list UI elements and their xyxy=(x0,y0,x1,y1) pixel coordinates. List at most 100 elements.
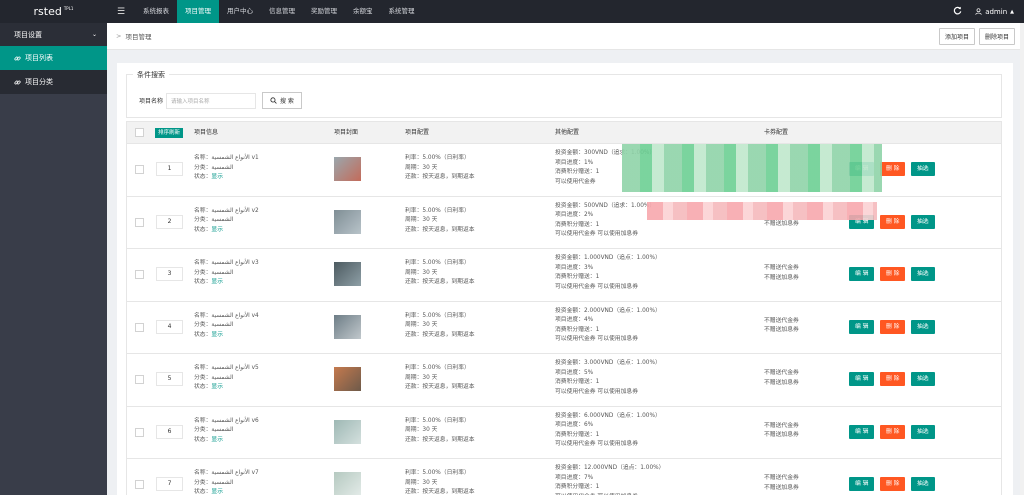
status-value: 显示 xyxy=(211,436,224,443)
sort-order-input[interactable]: 2 xyxy=(156,214,183,229)
project-cover-image[interactable] xyxy=(334,209,361,234)
logo[interactable]: rsted TPL1 xyxy=(0,0,107,23)
row-checkbox[interactable] xyxy=(135,165,144,174)
status-label: 状态： xyxy=(194,436,212,443)
project-info: 名称：الأنواع الشمسية v6 分类：الشمسية 状态：显示 xyxy=(194,417,259,446)
edit-button[interactable]: 编 辑 xyxy=(849,267,875,281)
project-info: 名称：الأنواع الشمسية v2 分类：الشمسية 状态：显示 xyxy=(194,207,259,236)
nav-item[interactable]: 余额宝 xyxy=(345,0,381,23)
other-config-line: 可以使用代金券 可以使用加息券 xyxy=(555,283,638,290)
refresh-icon[interactable] xyxy=(945,6,969,18)
project-cover-image[interactable] xyxy=(334,262,361,286)
row-checkbox[interactable] xyxy=(135,217,144,227)
sort-order-input[interactable]: 6 xyxy=(156,424,183,439)
sidebar-item-label: 项目列表 xyxy=(25,54,53,62)
sidebar-item[interactable]: 项目列表 xyxy=(0,46,107,70)
search-button-label: 搜 索 xyxy=(280,98,294,105)
sort-order-input[interactable]: 3 xyxy=(156,267,183,281)
delete-button[interactable]: 删 除 xyxy=(880,372,906,386)
repay-text: 还款：按天返息，到期返本 xyxy=(405,489,475,495)
coupon-draw-button[interactable]: 抽选 xyxy=(911,424,935,439)
row-checkbox[interactable] xyxy=(135,375,144,384)
nav-item[interactable]: 系统报表 xyxy=(135,0,177,23)
project-cover-image[interactable] xyxy=(334,157,361,181)
rate-text: 利率：5.00%（日利率） xyxy=(405,312,470,319)
row-checkbox[interactable] xyxy=(135,322,144,332)
coupon-draw-button[interactable]: 抽选 xyxy=(911,477,935,491)
header-project-info: 项目信息 xyxy=(194,129,219,136)
select-all-checkbox[interactable] xyxy=(135,128,144,137)
coupon-draw-button[interactable]: 抽选 xyxy=(911,372,935,386)
project-cover-image[interactable] xyxy=(334,314,361,339)
table-header: 排序刷新 项目信息 项目封面 项目配置 其他配置 卡券配置 xyxy=(127,122,1001,143)
period-text: 周期：30 天 xyxy=(405,374,438,381)
project-cover-image[interactable] xyxy=(334,472,361,495)
coupon-draw-button[interactable]: 抽选 xyxy=(911,214,935,229)
other-config-line: 消费积分赠送：1 xyxy=(555,379,600,385)
project-config: 利率：5.00%（日利率） 周期：30 天还款：按天返息，到期返本 xyxy=(405,154,475,183)
rate-text: 利率：5.00%（日利率） xyxy=(405,260,470,266)
search-button[interactable]: 搜 索 xyxy=(262,92,302,109)
category-label: 分类： xyxy=(194,479,212,486)
sort-order-input[interactable]: 4 xyxy=(156,319,183,334)
project-config: 利率：5.00%（日利率） 周期：30 天还款：按天返息，到期返本 xyxy=(405,259,475,288)
project-config: 利率：5.00%（日利率） 周期：30 天还款：按天返息，到期返本 xyxy=(405,312,475,341)
coupon-draw-button[interactable]: 抽选 xyxy=(911,319,935,334)
other-config: 投资金额：1.000VND（追点：1.00%） 项目进度：3% 消费积分赠送：1 可以… xyxy=(555,254,661,292)
table-row: 5 名称：الأنواع الشمسية v5 分类：الشمسية 状态：显示 利率：… xyxy=(127,353,1001,406)
link-icon xyxy=(14,56,21,60)
other-config-line: 项目进度：2% xyxy=(555,212,594,218)
coupon-config: 不赠送代金券 不赠送加息券 xyxy=(764,369,799,388)
coupon-draw-button[interactable]: 抽选 xyxy=(911,162,935,176)
other-config: 投资金额：6.000VND（追点：1.00%） 项目进度：6% 消费积分赠送：1 可以… xyxy=(555,412,661,450)
project-info: 名称：الأنواع الشمسية v1 分类：الشمسية 状态：显示 xyxy=(194,154,259,183)
logo-text: rsted xyxy=(33,5,62,18)
category-value: الشمسية xyxy=(211,164,234,171)
nav-item[interactable]: 用户中心 xyxy=(219,0,261,23)
delete-button[interactable]: 删 除 xyxy=(880,424,906,439)
status-label: 状态： xyxy=(194,174,212,180)
delete-button[interactable]: 删 除 xyxy=(880,162,906,176)
delete-button[interactable]: 删 除 xyxy=(880,214,906,229)
edit-button[interactable]: 编 辑 xyxy=(849,424,875,439)
header-project-cover: 项目封面 xyxy=(334,129,359,136)
row-checkbox[interactable] xyxy=(135,427,144,437)
project-info: 名称：الأنواع الشمسية v4 分类：الشمسية 状态：显示 xyxy=(194,312,259,341)
coupon-draw-button[interactable]: 抽选 xyxy=(911,267,935,281)
nav-item[interactable]: 信息管理 xyxy=(261,0,303,23)
sort-order-input[interactable]: 5 xyxy=(156,372,183,386)
nav-item[interactable]: 系统管理 xyxy=(381,0,423,23)
sidebar-group-project-settings[interactable]: 项目设置 ⌄ xyxy=(0,23,107,46)
sort-refresh-button[interactable]: 排序刷新 xyxy=(155,128,184,138)
nav-item[interactable]: 奖励管理 xyxy=(303,0,345,23)
delete-button[interactable]: 删 除 xyxy=(880,319,906,334)
coupon-config-line: 不赠送代金券 xyxy=(764,265,799,271)
delete-button[interactable]: 删 除 xyxy=(880,477,906,491)
page-scrollbar[interactable] xyxy=(1020,23,1024,495)
user-menu[interactable]: admin ▲ xyxy=(969,8,1024,16)
other-config: 投资金额：3.000VND（追点：1.00%） 项目进度：5% 消费积分赠送：1 可以… xyxy=(555,359,661,397)
sort-order-input[interactable]: 1 xyxy=(156,162,183,176)
project-name-search-input[interactable]: 请输入项目名称 xyxy=(166,92,257,109)
add-project-button[interactable]: 添加项目 xyxy=(938,27,975,45)
coupon-config: 不赠送代金券 不赠送加息券 xyxy=(764,422,799,441)
row-checkbox[interactable] xyxy=(135,480,144,489)
sidebar-item[interactable]: 项目分类 xyxy=(0,70,107,94)
sort-order-input[interactable]: 7 xyxy=(156,477,183,491)
search-legend: 条件搜索 xyxy=(133,70,169,80)
edit-button[interactable]: 编 辑 xyxy=(849,319,875,334)
project-cover-image[interactable] xyxy=(334,419,361,444)
menu-toggle-icon[interactable]: ☰ xyxy=(107,7,135,17)
edit-button[interactable]: 编 辑 xyxy=(849,372,875,386)
project-cover-image[interactable] xyxy=(334,367,361,391)
nav-item[interactable]: 项目管理 xyxy=(177,0,219,23)
status-value: 显示 xyxy=(211,489,224,495)
repay-text: 还款：按天返息，到期返本 xyxy=(405,436,475,443)
coupon-config-line: 不赠送代金券 xyxy=(764,422,799,429)
edit-button[interactable]: 编 辑 xyxy=(849,477,875,491)
row-checkbox[interactable] xyxy=(135,270,144,279)
status-label: 状态： xyxy=(194,226,212,233)
delete-project-button[interactable]: 删除项目 xyxy=(978,27,1015,45)
delete-button[interactable]: 删 除 xyxy=(880,267,906,281)
search-label: 项目名称 xyxy=(139,98,164,105)
